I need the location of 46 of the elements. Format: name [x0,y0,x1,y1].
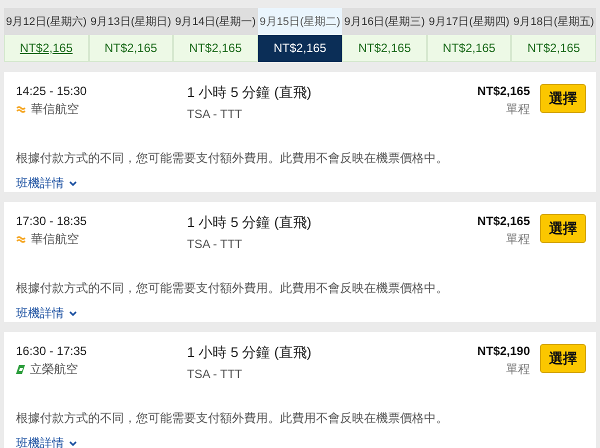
flight-duration: 1 小時 5 分鐘 (直飛) [187,344,312,362]
wave-logo-icon [16,236,26,244]
date-tab[interactable]: 9月17日(星期四) [426,8,512,35]
date-price[interactable]: NT$2,165 [342,35,427,62]
airline-name: 華信航空 [31,231,79,248]
select-button[interactable]: 選擇 [540,84,586,113]
date-price[interactable]: NT$2,165 [88,35,174,62]
airline-name: 立榮航空 [30,361,78,378]
trip-type: 單程 [506,101,530,118]
date-tab[interactable]: 9月18日(星期五) [511,8,596,35]
date-tab[interactable]: 9月15日(星期二) [258,8,342,35]
details-link[interactable]: 班機詳情 [16,305,64,322]
trip-type: 單程 [506,361,530,378]
chevron-down-icon[interactable] [69,181,77,186]
chevron-down-icon[interactable] [69,441,77,446]
flight-route: TSA - TTT [187,237,244,251]
fee-notice: 根據付款方式的不同，您可能需要支付額外費用。此費用不會反映在機票價格中。 [16,410,449,427]
flight-price: NT$2,165 [477,84,530,98]
date-price[interactable]: NT$2,165 [511,35,596,62]
details-link[interactable]: 班機詳情 [16,175,64,192]
flight-duration: 1 小時 5 分鐘 (直飛) [187,214,312,232]
flight-price: NT$2,190 [477,344,530,358]
chevron-down-icon[interactable] [69,311,77,316]
date-price[interactable]: NT$2,165 [426,35,512,62]
flight-route: TSA - TTT [187,367,244,381]
wing-logo-icon [16,365,25,374]
select-button[interactable]: 選擇 [540,214,586,243]
date-tab[interactable]: 9月13日(星期日) [88,8,174,35]
date-tab[interactable]: 9月14日(星期一) [173,8,258,35]
date-tab[interactable]: 9月12日(星期六) [4,8,89,35]
fee-notice: 根據付款方式的不同，您可能需要支付額外費用。此費用不會反映在機票價格中。 [16,150,449,167]
date-tab[interactable]: 9月16日(星期三) [342,8,427,35]
date-price[interactable]: NT$2,165 [4,35,89,62]
flight-time: 14:25 - 15:30 [16,84,88,98]
date-price[interactable]: NT$2,165 [173,35,258,62]
flight-time: 17:30 - 18:35 [16,214,88,228]
fee-notice: 根據付款方式的不同，您可能需要支付額外費用。此費用不會反映在機票價格中。 [16,280,449,297]
flight-price: NT$2,165 [477,214,530,228]
trip-type: 單程 [506,231,530,248]
flight-route: TSA - TTT [187,107,244,121]
select-button[interactable]: 選擇 [540,344,586,373]
date-price[interactable]: NT$2,165 [258,35,342,62]
flight-time: 16:30 - 17:35 [16,344,88,358]
airline-name: 華信航空 [31,101,79,118]
flight-duration: 1 小時 5 分鐘 (直飛) [187,84,312,102]
wave-logo-icon [16,106,26,114]
